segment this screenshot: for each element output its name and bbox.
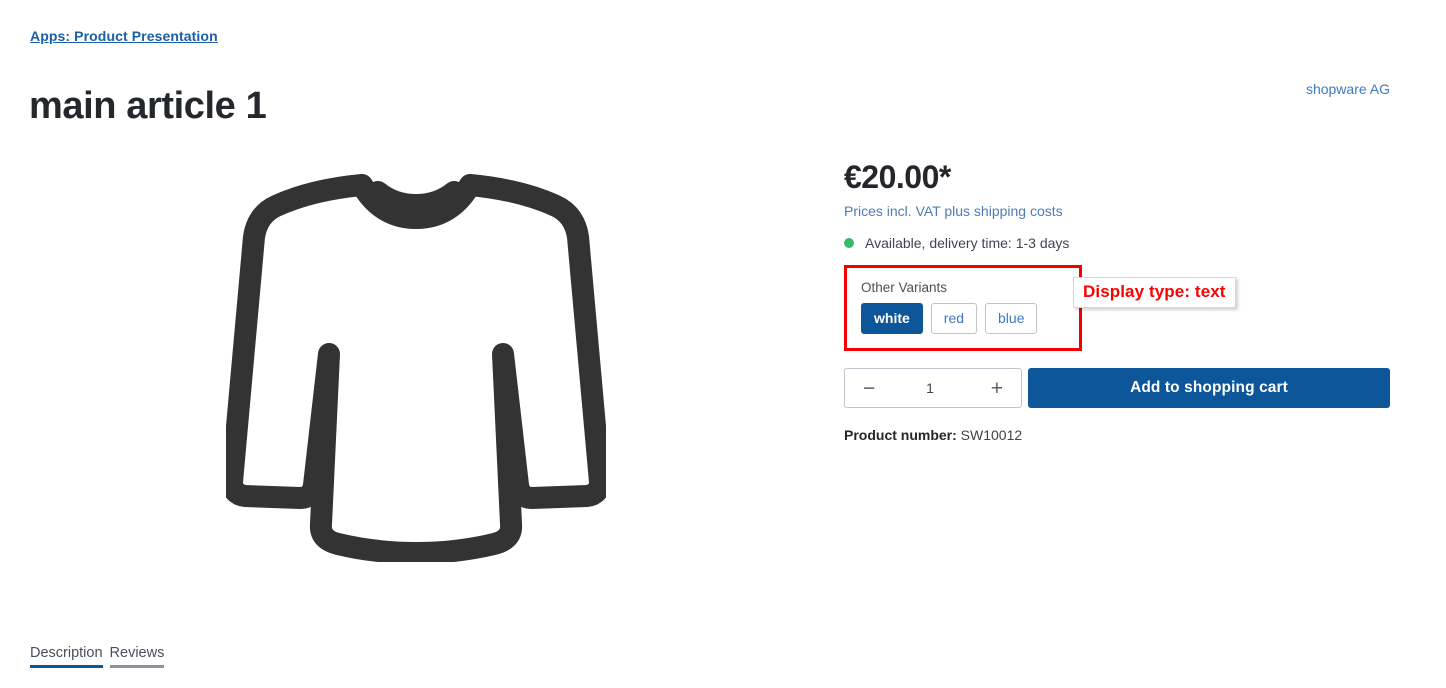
tab-reviews[interactable]: Reviews	[109, 645, 165, 668]
variant-option-white[interactable]: white	[861, 303, 923, 335]
annotation-display-type: Display type: text	[1073, 277, 1236, 308]
availability-status: Available, delivery time: 1-3 days	[844, 235, 1390, 251]
quantity-stepper[interactable]: − +	[844, 368, 1022, 408]
breadcrumb[interactable]: Apps: Product Presentation	[30, 28, 218, 44]
product-number-label: Product number:	[844, 427, 957, 443]
product-number-value: SW10012	[960, 427, 1023, 443]
variant-option-blue[interactable]: blue	[985, 303, 1038, 335]
quantity-increase-button[interactable]: +	[989, 378, 1005, 399]
page-title: main article 1	[29, 85, 267, 128]
quantity-decrease-button[interactable]: −	[861, 378, 877, 399]
buy-box: €20.00* Prices incl. VAT plus shipping c…	[844, 159, 1390, 352]
product-number: Product number: SW10012	[844, 427, 1022, 443]
variant-selector-highlight: Other Variants white red blue	[844, 265, 1082, 352]
add-to-cart-button[interactable]: Add to shopping cart	[1028, 368, 1390, 408]
product-price: €20.00*	[844, 159, 951, 195]
product-detail-tabs: Description Reviews	[30, 645, 165, 668]
variant-group-label: Other Variants	[861, 280, 948, 296]
product-gallery[interactable]	[30, 130, 802, 600]
quantity-input[interactable]	[908, 380, 952, 396]
tax-note: Prices incl. VAT plus shipping costs	[844, 203, 1063, 220]
purchase-row: − + Add to shopping cart	[844, 368, 1390, 408]
sweater-placeholder-icon	[226, 168, 606, 562]
variant-option-red[interactable]: red	[930, 303, 978, 335]
tab-description[interactable]: Description	[30, 645, 103, 668]
manufacturer-link[interactable]: shopware AG	[1306, 81, 1390, 97]
variant-options: white red blue	[861, 303, 1065, 335]
availability-label: Available, delivery time: 1-3 days	[865, 235, 1070, 252]
availability-dot-icon	[844, 238, 854, 249]
